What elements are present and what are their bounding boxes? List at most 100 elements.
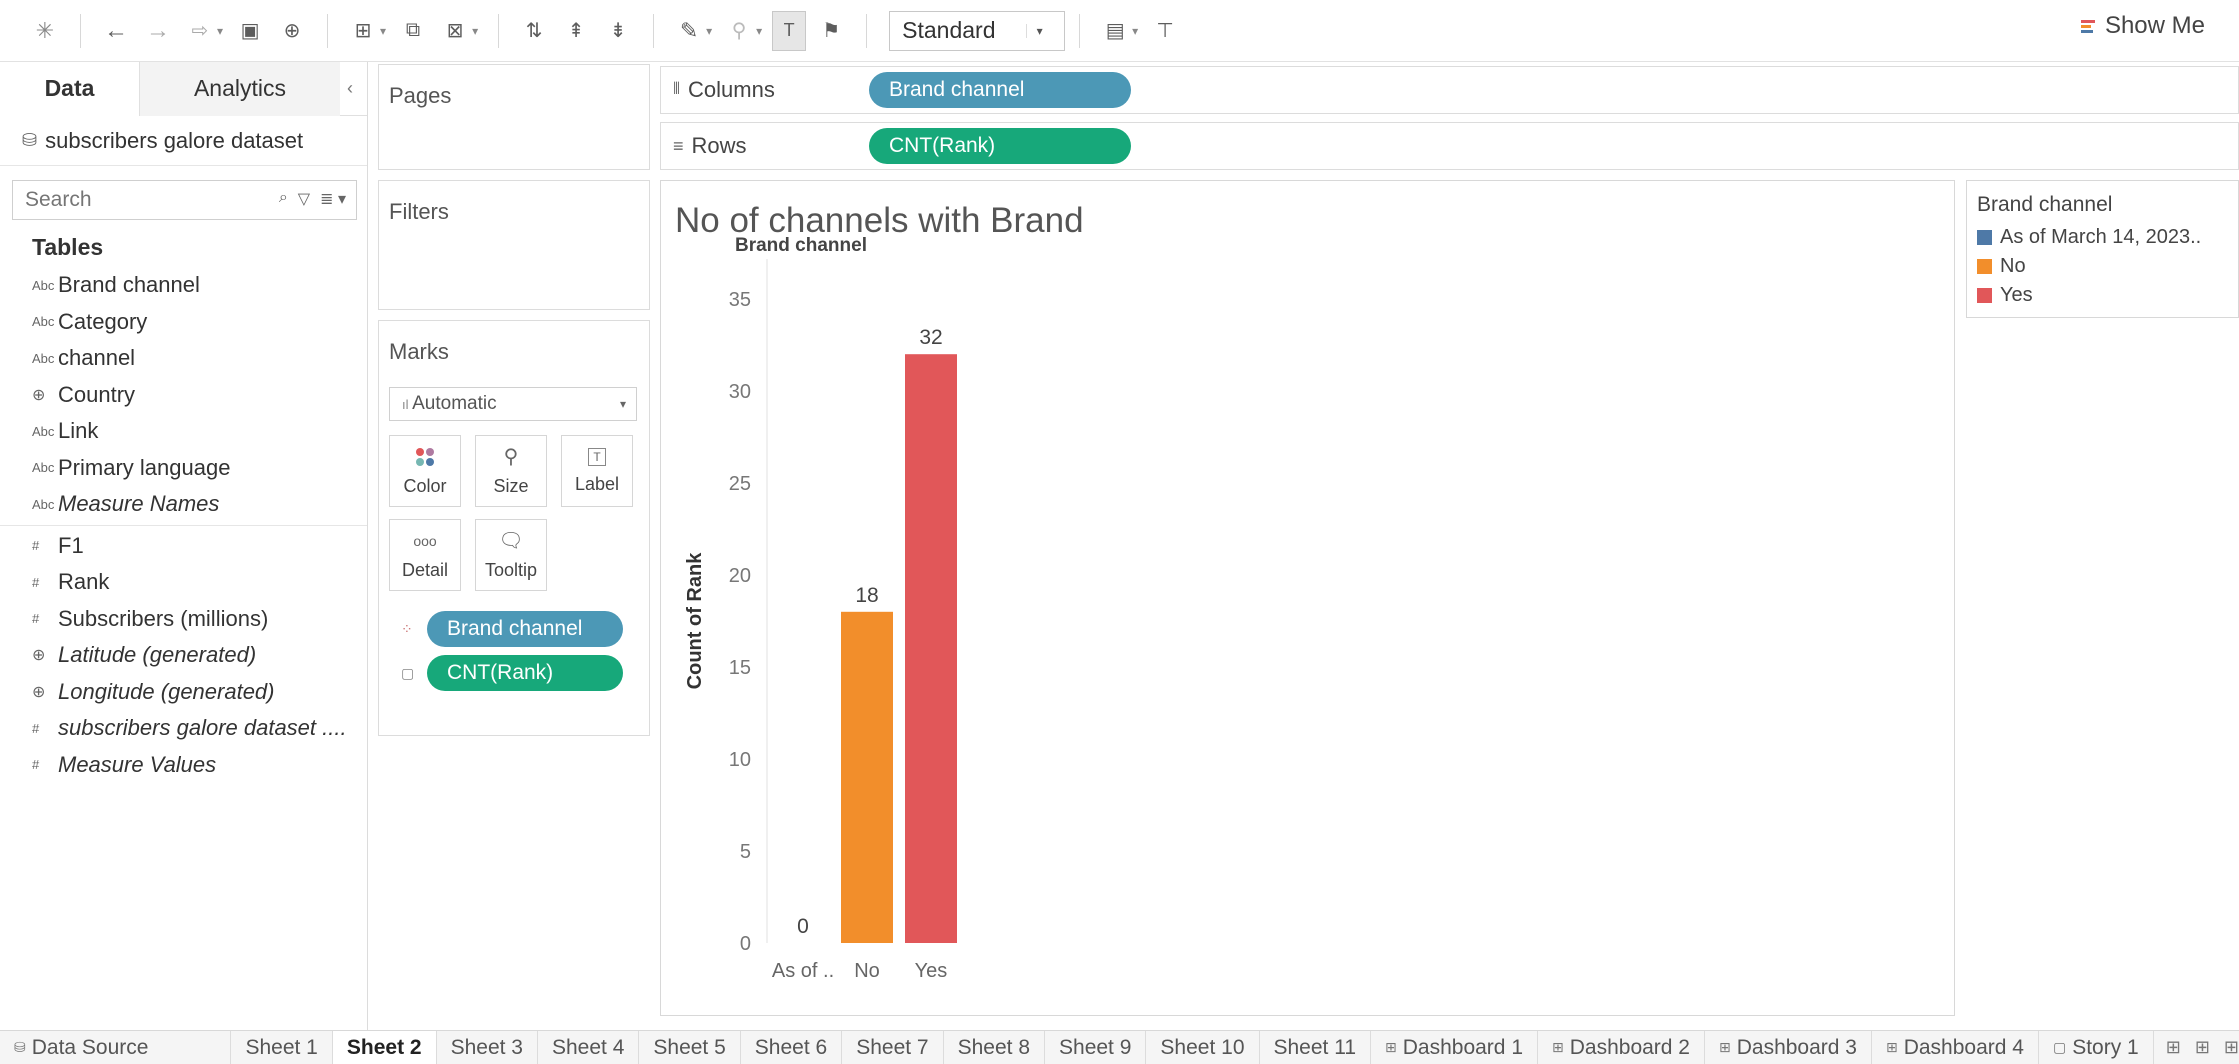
tooltip-button[interactable]: 🗨 Tooltip <box>475 519 547 591</box>
sheet-tab[interactable]: Sheet 2 <box>332 1031 437 1064</box>
data-label: 0 <box>797 915 809 938</box>
field-name: Subscribers (millions) <box>58 605 269 631</box>
clear-sheet-icon[interactable]: ⊠ <box>438 11 472 51</box>
legend-item[interactable]: No <box>1967 252 2238 281</box>
filters-card[interactable]: Filters <box>378 180 650 310</box>
columns-pill[interactable]: Brand channel <box>869 72 1131 108</box>
sheet-tab[interactable]: Sheet 5 <box>639 1031 741 1064</box>
x-tick-label: No <box>854 960 880 982</box>
datasource-item[interactable]: ⛁ subscribers galore dataset <box>0 116 367 166</box>
dropdown-arrow-icon[interactable]: ▾ <box>756 24 762 38</box>
measure-field[interactable]: # F1 <box>0 528 367 565</box>
dimension-field[interactable]: Abc Category <box>0 304 367 341</box>
sheet-tab[interactable]: ⊞ Dashboard 1 <box>1371 1031 1538 1064</box>
view-options-icon[interactable]: ≣ ▾ <box>320 189 346 209</box>
dimension-field[interactable]: Abc Link <box>0 413 367 450</box>
dimension-field[interactable]: Abc Measure Names <box>0 486 367 523</box>
pin-icon[interactable]: ⚑ <box>814 11 848 51</box>
number-icon: # <box>32 757 40 773</box>
measure-field[interactable]: ⊕ Longitude (generated) <box>0 674 367 711</box>
collapse-pane-icon[interactable]: ‹ <box>347 78 353 99</box>
measure-field[interactable]: # Rank <box>0 564 367 601</box>
dropdown-arrow-icon[interactable]: ▾ <box>217 24 223 38</box>
detail-label: Detail <box>401 559 449 580</box>
dropdown-arrow-icon[interactable]: ▾ <box>706 24 712 38</box>
redo-icon[interactable]: → <box>141 11 175 51</box>
pages-card[interactable]: Pages <box>378 64 650 170</box>
new-datasource-icon[interactable]: ⊕ <box>275 11 309 51</box>
highlight-icon[interactable]: ✎ <box>672 11 706 51</box>
sheet-tab[interactable]: Sheet 1 <box>231 1031 333 1064</box>
sheet-tab[interactable]: Sheet 4 <box>538 1031 640 1064</box>
sheet-tab[interactable]: Sheet 3 <box>437 1031 538 1064</box>
measure-field[interactable]: # Measure Values <box>0 747 367 784</box>
label-icon: T <box>588 447 606 466</box>
sheet-tab[interactable]: ⊞ Dashboard 4 <box>1872 1031 2039 1064</box>
columns-label: Columns <box>688 77 775 102</box>
dimension-field[interactable]: Abc Primary language <box>0 450 367 487</box>
measure-field[interactable]: # Subscribers (millions) <box>0 601 367 638</box>
mark-type-label: Automatic <box>412 393 497 414</box>
sort-descending-icon[interactable]: ⇟ <box>601 11 635 51</box>
mark-buttons: Color ⚲ Size T Label ooo Detail 🗨 Toolti… <box>389 435 649 591</box>
label-icon: ▢ <box>401 664 415 681</box>
measure-field[interactable]: # subscribers galore dataset .... <box>0 710 367 747</box>
save-icon[interactable]: ▣ <box>233 11 267 51</box>
dropdown-arrow-icon[interactable]: ▾ <box>380 24 386 38</box>
fit-select[interactable]: Standard ▾ <box>889 10 1066 51</box>
divider <box>0 524 367 526</box>
color-button[interactable]: Color <box>389 435 461 507</box>
legend-item[interactable]: As of March 14, 2023.. <box>1967 223 2238 252</box>
new-dashboard-icon[interactable]: ⊞ <box>2195 1037 2210 1058</box>
sort-ascending-icon[interactable]: ⇞ <box>559 11 593 51</box>
detail-button[interactable]: ooo Detail <box>389 519 461 591</box>
rows-pill[interactable]: CNT(Rank) <box>869 128 1131 164</box>
tab-data[interactable]: Data <box>0 61 140 116</box>
sheet-tab[interactable]: Sheet 11 <box>1260 1031 1372 1064</box>
dimension-field[interactable]: ⊕ Country <box>0 377 367 414</box>
new-story-icon[interactable]: ⊞ <box>2224 1037 2239 1058</box>
field-name: F1 <box>58 532 84 558</box>
sheet-tab[interactable]: Sheet 7 <box>842 1031 944 1064</box>
tab-analytics[interactable]: Analytics <box>140 61 340 116</box>
new-worksheet-icon[interactable]: ⊞ <box>2166 1037 2181 1058</box>
show-me-button[interactable]: Show Me <box>2080 12 2205 40</box>
color-dots-icon: ⁘ <box>401 620 413 637</box>
redo-history-icon[interactable]: ⇨ <box>183 11 217 51</box>
presentation-icon[interactable]: ⊤ <box>1148 11 1182 51</box>
label-button[interactable]: T Label <box>561 435 633 507</box>
legend-item[interactable]: Yes <box>1967 281 2238 310</box>
filter-icon[interactable]: ▽ <box>298 189 310 209</box>
sheet-tab[interactable]: ⛁ Data Source <box>0 1031 232 1064</box>
sheet-tab[interactable]: ▢ Story 1 <box>2039 1031 2154 1064</box>
search-input[interactable] <box>25 188 225 212</box>
string-icon: Abc <box>32 460 55 476</box>
size-button[interactable]: ⚲ Size <box>475 435 547 507</box>
undo-icon[interactable]: ← <box>99 11 133 51</box>
tableau-logo-icon[interactable]: ✳ <box>28 11 62 51</box>
dropdown-arrow-icon[interactable]: ▾ <box>1132 24 1138 38</box>
sheet-tab[interactable]: Sheet 8 <box>944 1031 1046 1064</box>
sheet-tab[interactable]: Sheet 9 <box>1045 1031 1147 1064</box>
dimension-field[interactable]: Abc Brand channel <box>0 267 367 304</box>
sheet-tab[interactable]: Sheet 6 <box>741 1031 843 1064</box>
y-tick-label: 25 <box>729 473 751 495</box>
group-icon[interactable]: ⚲ <box>722 11 756 51</box>
show-me-icon <box>2080 20 2095 33</box>
sheet-tab[interactable]: ⊞ Dashboard 3 <box>1705 1031 1872 1064</box>
show-cards-icon[interactable]: ▤ <box>1098 11 1132 51</box>
duplicate-icon[interactable]: ⧉ <box>396 11 430 51</box>
mark-type-select[interactable]: ıl Automatic ▾ <box>389 387 637 421</box>
sheet-tab[interactable]: Sheet 10 <box>1146 1031 1260 1064</box>
swap-icon[interactable]: ⇅ <box>517 11 551 51</box>
sheet-tab[interactable]: ⊞ Dashboard 2 <box>1538 1031 1705 1064</box>
show-labels-icon[interactable]: T <box>772 10 807 51</box>
measure-field[interactable]: ⊕ Latitude (generated) <box>0 637 367 674</box>
dimension-field[interactable]: Abc channel <box>0 340 367 377</box>
pill-brand-channel[interactable]: Brand channel <box>427 611 623 647</box>
new-worksheet-icon[interactable]: ⊞ <box>346 11 380 51</box>
pill-cnt-rank[interactable]: CNT(Rank) <box>427 655 623 691</box>
search-icon[interactable]: ⌕ <box>279 189 288 209</box>
dropdown-arrow-icon[interactable]: ▾ <box>472 24 478 38</box>
number-icon: # <box>32 720 40 736</box>
